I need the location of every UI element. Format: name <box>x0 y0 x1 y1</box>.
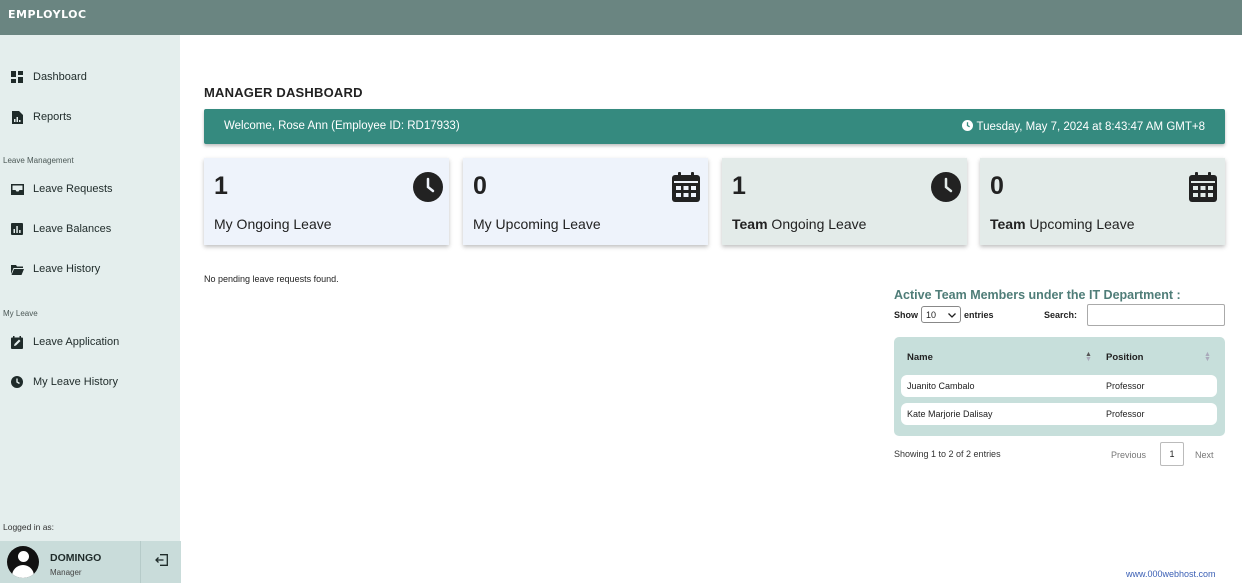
sidebar-item-label: My Leave History <box>33 376 118 388</box>
card-value: 0 <box>473 172 487 200</box>
sidebar-item-leave-requests[interactable]: Leave Requests <box>0 176 180 202</box>
pagination-previous[interactable]: Previous <box>1111 450 1146 460</box>
avatar <box>7 546 39 578</box>
dashboard-icon <box>10 70 24 84</box>
column-header-position[interactable]: Position <box>1106 352 1143 363</box>
datetime-display: Tuesday, May 7, 2024 at 8:43:47 AM GMT+8 <box>962 120 1205 134</box>
edit-calendar-icon <box>10 335 24 349</box>
card-label: My Upcoming Leave <box>473 216 601 232</box>
sidebar-item-label: Dashboard <box>33 71 87 83</box>
card-value: 1 <box>732 172 746 200</box>
card-my-upcoming-leave[interactable]: 0 My Upcoming Leave <box>463 158 708 245</box>
card-value: 1 <box>214 172 228 200</box>
entries-select[interactable]: 10 <box>921 306 961 323</box>
section-label-my-leave: My Leave <box>3 309 38 318</box>
sidebar-item-leave-balances[interactable]: Leave Balances <box>0 216 180 242</box>
cell-position: Professor <box>1106 381 1145 391</box>
sidebar-item-label: Leave Requests <box>33 183 113 195</box>
sort-icon[interactable]: ▲ ▼ <box>1204 351 1211 363</box>
user-role: Manager <box>50 568 82 577</box>
show-label: Show <box>894 309 918 320</box>
table-info: Showing 1 to 2 of 2 entries <box>894 449 1001 459</box>
logout-button[interactable] <box>140 541 181 583</box>
sidebar-item-label: Reports <box>33 111 72 123</box>
search-input[interactable] <box>1087 304 1225 326</box>
no-pending-message: No pending leave requests found. <box>204 274 339 284</box>
cell-name: Juanito Cambalo <box>907 381 975 391</box>
search-label: Search: <box>1044 310 1078 320</box>
welcome-text: Welcome, Rose Ann (Employee ID: RD17933) <box>224 120 460 132</box>
team-table: Name ▲ ▼ Position ▲ ▼ Juanito Cambalo Prof… <box>894 337 1225 436</box>
datetime-text: Tuesday, May 7, 2024 at 8:43:47 AM GMT+8 <box>976 121 1205 133</box>
sort-ascending-icon[interactable]: ▲ ▼ <box>1085 351 1092 363</box>
card-label: Team Ongoing Leave <box>732 216 867 232</box>
sidebar-item-leave-application[interactable]: Leave Application <box>0 329 180 355</box>
sidebar-item-label: Leave Application <box>33 336 120 348</box>
sidebar: Dashboard Reports Leave Management Leave… <box>0 35 180 583</box>
top-bar: EMPLOYLOC <box>0 0 1242 35</box>
card-value: 0 <box>990 172 1004 200</box>
clock-icon <box>962 120 976 134</box>
bar-chart-icon <box>10 222 24 236</box>
sidebar-item-my-leave-history[interactable]: My Leave History <box>0 369 180 395</box>
logged-in-label: Logged in as: <box>3 522 55 532</box>
card-team-upcoming-leave[interactable]: 0 Team Upcoming Leave <box>980 158 1225 245</box>
page-title: MANAGER DASHBOARD <box>204 85 363 100</box>
card-label: My Ongoing Leave <box>214 216 332 232</box>
folder-open-icon <box>10 262 24 276</box>
logout-icon <box>154 553 168 571</box>
entries-length-control: Show 10 entries <box>894 306 994 323</box>
clock-icon <box>10 375 24 389</box>
pagination-next[interactable]: Next <box>1195 450 1214 460</box>
sidebar-item-label: Leave History <box>33 263 101 275</box>
entries-label: entries <box>964 309 994 320</box>
column-header-name[interactable]: Name <box>907 352 933 363</box>
inbox-icon <box>10 182 24 196</box>
calendar-icon <box>672 172 702 202</box>
entries-select-value: 10 <box>926 309 937 320</box>
team-section-title: Active Team Members under the IT Departm… <box>894 288 1181 302</box>
calendar-icon <box>1189 172 1219 202</box>
clock-icon <box>413 172 443 202</box>
table-row: Kate Marjorie Dalisay Professor <box>901 403 1217 425</box>
card-team-ongoing-leave[interactable]: 1 Team Ongoing Leave <box>722 158 967 245</box>
card-label: Team Upcoming Leave <box>990 216 1135 232</box>
card-my-ongoing-leave[interactable]: 1 My Ongoing Leave <box>204 158 449 245</box>
cell-name: Kate Marjorie Dalisay <box>907 409 993 419</box>
sidebar-item-leave-history[interactable]: Leave History <box>0 256 180 282</box>
user-panel: DOMINGO Manager <box>0 541 181 583</box>
clock-icon <box>931 172 961 202</box>
brand-logo[interactable]: EMPLOYLOC <box>8 8 87 21</box>
sidebar-item-reports[interactable]: Reports <box>0 104 180 130</box>
chevron-down-icon <box>948 310 956 320</box>
pagination-page-current[interactable]: 1 <box>1160 442 1184 466</box>
sidebar-item-dashboard[interactable]: Dashboard <box>0 64 180 90</box>
user-name: DOMINGO <box>50 552 102 564</box>
welcome-banner: Welcome, Rose Ann (Employee ID: RD17933)… <box>204 109 1225 144</box>
cell-position: Professor <box>1106 409 1145 419</box>
section-label-leave-management: Leave Management <box>3 156 74 165</box>
report-file-icon <box>10 110 24 124</box>
table-row: Juanito Cambalo Professor <box>901 375 1217 397</box>
sidebar-item-label: Leave Balances <box>33 223 112 235</box>
host-badge-link[interactable]: www.000webhost.com <box>1126 569 1242 579</box>
